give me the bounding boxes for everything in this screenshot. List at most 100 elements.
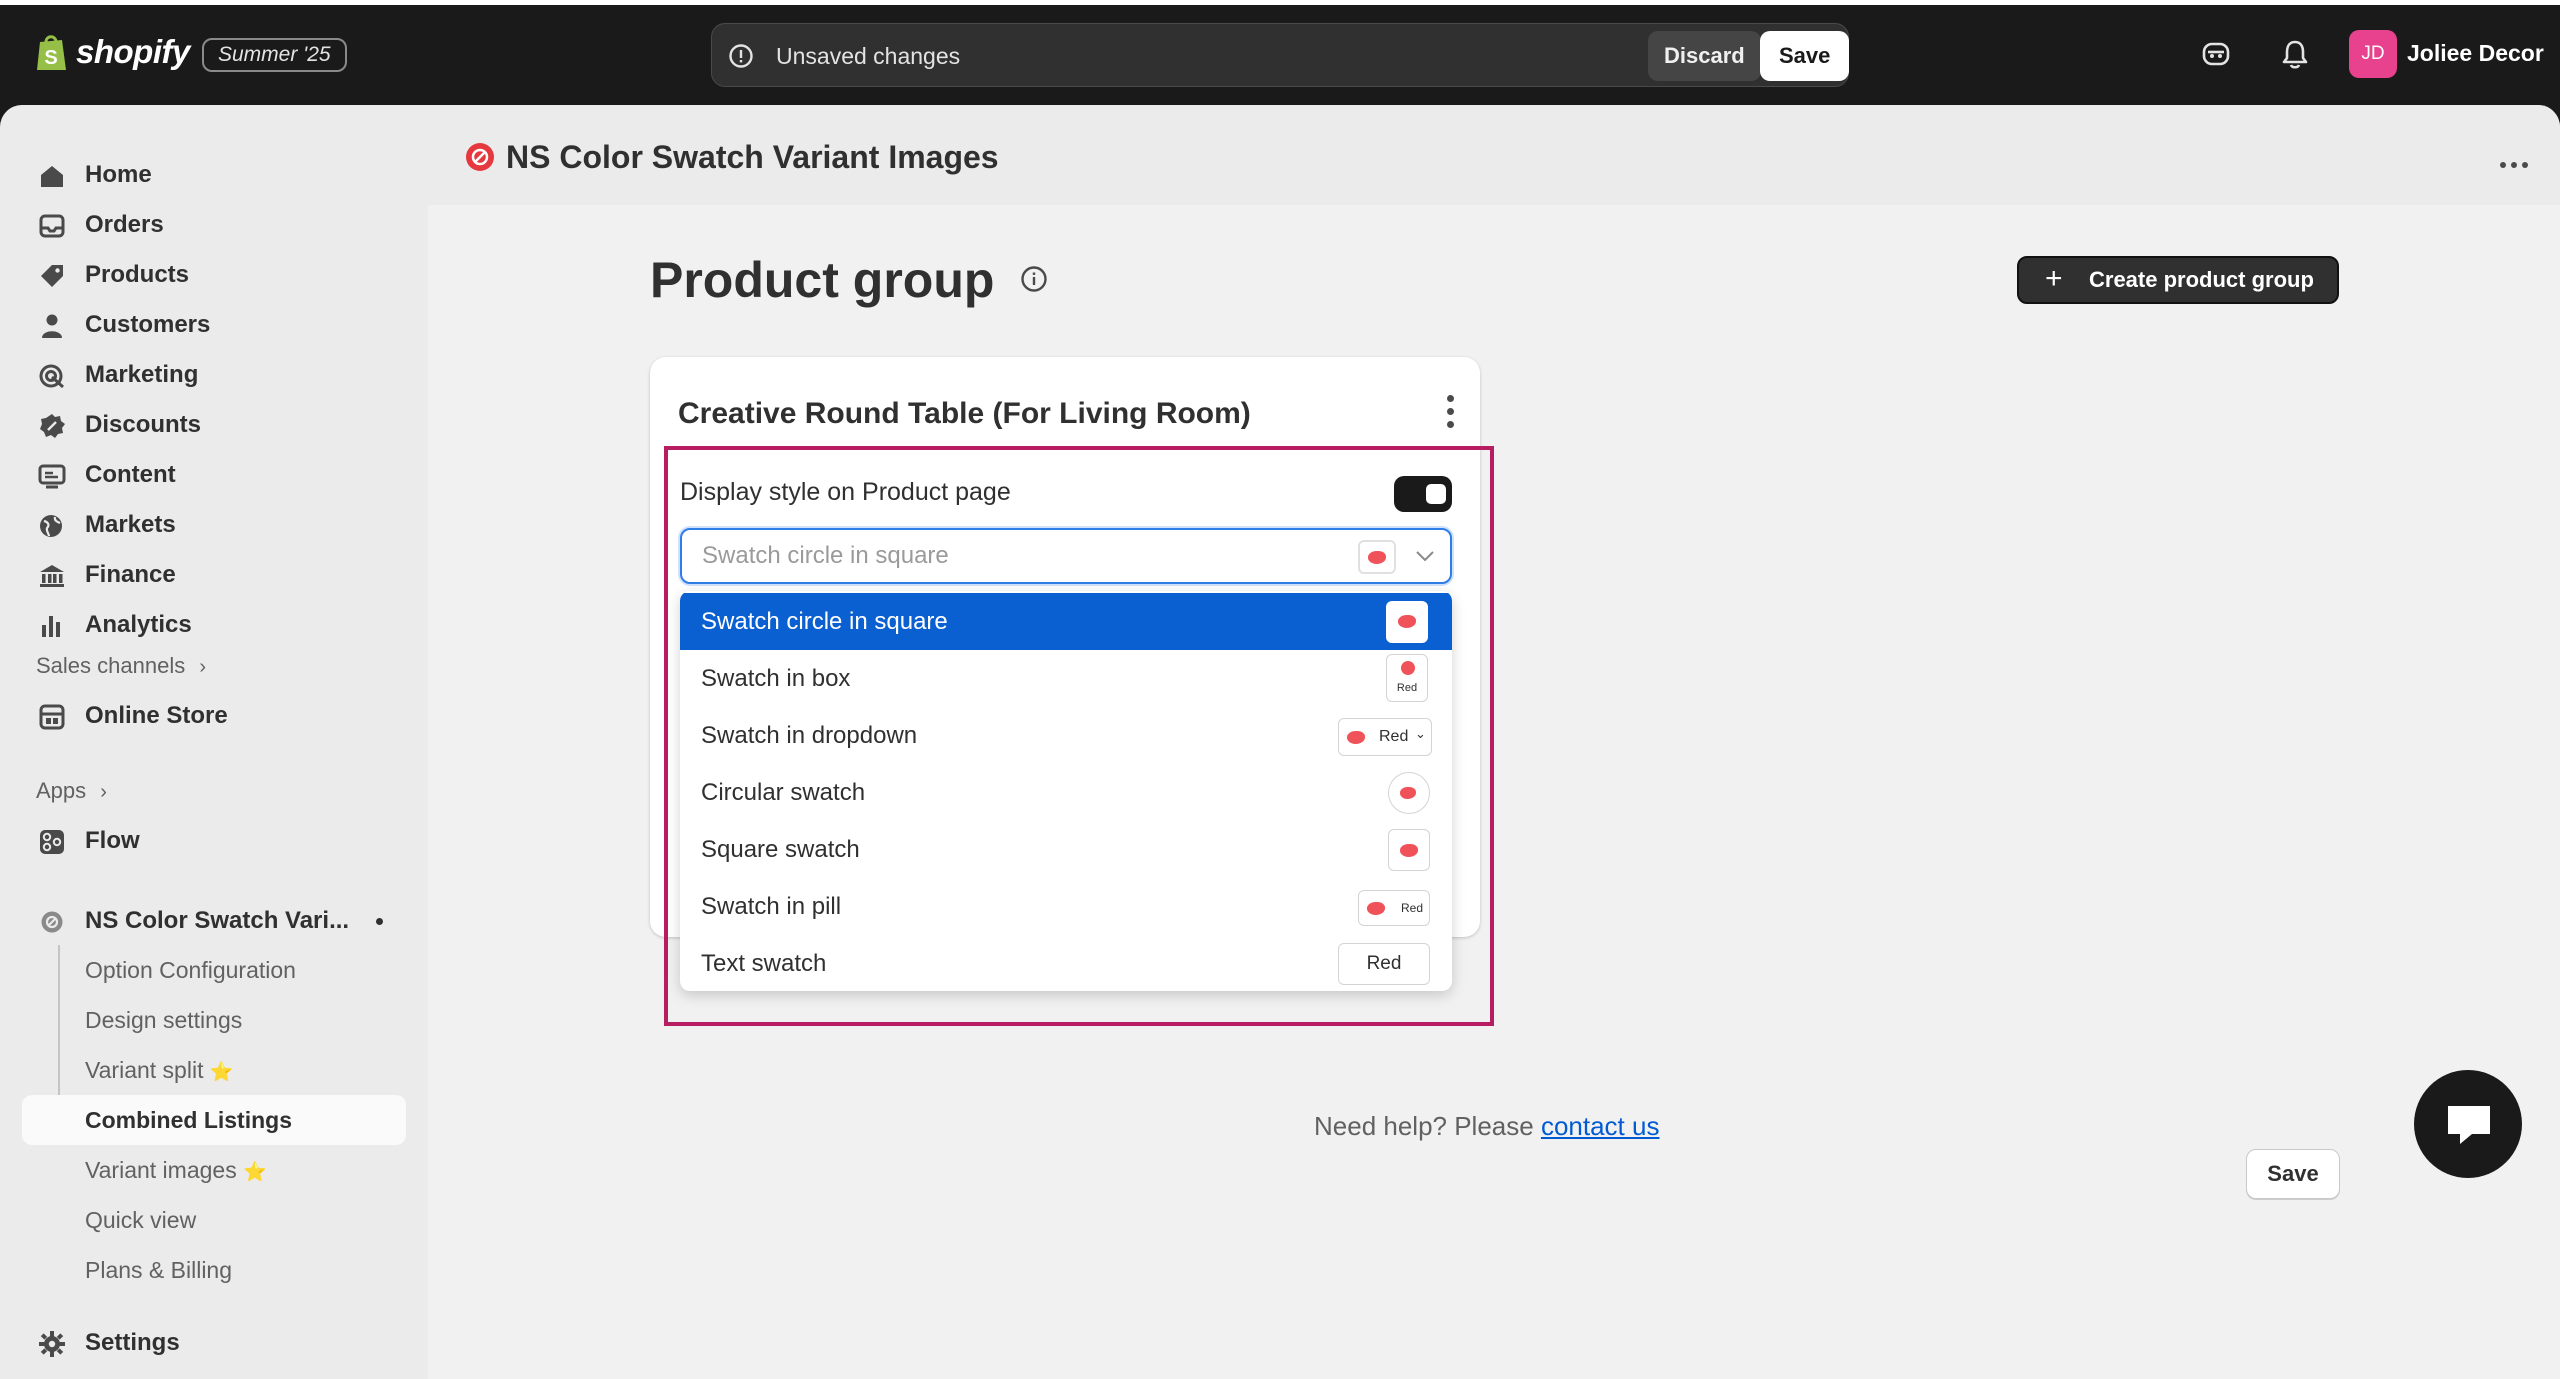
store-name[interactable]: Joliee Decor xyxy=(2407,40,2544,67)
shopify-logo[interactable]: S shopify xyxy=(34,32,190,72)
sidebar-item-flow[interactable]: Flow xyxy=(0,817,428,865)
gear-icon xyxy=(39,1331,65,1357)
sub-item-label: Plans & Billing xyxy=(85,1257,233,1283)
create-product-group-button[interactable]: + Create product group xyxy=(2017,256,2339,304)
sub-item-label: Variant split xyxy=(85,1057,204,1083)
app-icon xyxy=(41,911,63,933)
sidebar-sub-option-configuration[interactable]: Option Configuration xyxy=(85,957,296,984)
sidebar-item-products[interactable]: Products xyxy=(0,251,428,299)
star-icon: ⭐ xyxy=(243,1162,267,1183)
target-icon xyxy=(39,364,65,389)
sidebar-sub-design-settings[interactable]: Design settings xyxy=(85,1007,242,1034)
page-title-text: Product group xyxy=(650,252,995,308)
save-button[interactable]: Save xyxy=(1760,31,1850,81)
contact-us-link[interactable]: contact us xyxy=(1541,1111,1660,1141)
sidebar-item-marketing[interactable]: Marketing xyxy=(0,351,428,399)
save-button-bottom[interactable]: Save xyxy=(2246,1149,2340,1199)
chat-button[interactable] xyxy=(2414,1070,2522,1178)
bank-icon xyxy=(40,565,64,587)
sidebar-item-label: Products xyxy=(85,261,190,288)
unsaved-changes-text: Unsaved changes xyxy=(776,43,961,69)
app-logo-icon xyxy=(466,143,494,171)
highlight-box xyxy=(664,446,1494,1026)
chevron-right-icon: › xyxy=(100,781,107,803)
season-badge[interactable]: Summer '25 xyxy=(202,38,347,72)
sub-item-label: Combined Listings xyxy=(85,1107,292,1133)
apps-header[interactable]: Apps › xyxy=(36,778,107,804)
sidebar-item-home[interactable]: Home xyxy=(0,151,428,199)
discount-icon xyxy=(40,414,65,438)
sidebar-item-label: Flow xyxy=(85,827,140,854)
sidebar-item-label: Discounts xyxy=(85,411,202,438)
top-edge xyxy=(0,0,2560,5)
content-icon xyxy=(38,464,66,489)
sidebar-item-orders[interactable]: Orders xyxy=(0,201,428,249)
sidebar-item-analytics[interactable]: Analytics xyxy=(0,601,428,649)
sidebar-item-label: Content xyxy=(85,461,176,488)
sidebar-item-label: Online Store xyxy=(85,702,228,729)
sidebar-item-label: Finance xyxy=(85,561,176,588)
home-icon xyxy=(41,166,63,187)
sidebar-item-label: Orders xyxy=(85,211,164,238)
unread-dot-icon xyxy=(376,918,383,925)
alert-circle-icon xyxy=(729,44,753,68)
sidebar: Home Orders Products Customers Marketing… xyxy=(0,105,428,1379)
sidebar-item-label: Marketing xyxy=(85,361,199,388)
sidebar-item-finance[interactable]: Finance xyxy=(0,551,428,599)
avatar[interactable]: JD xyxy=(2349,30,2397,78)
sub-item-label: Option Configuration xyxy=(85,957,296,983)
star-icon: ⭐ xyxy=(209,1062,234,1083)
sidebar-sub-plans-billing[interactable]: Plans & Billing xyxy=(85,1257,232,1284)
svg-text:S: S xyxy=(44,47,57,69)
top-bar: S shopify Summer '25 Unsaved changes Dis… xyxy=(0,0,2560,105)
tag-icon xyxy=(41,265,63,287)
sidebar-sub-quick-view[interactable]: Quick view xyxy=(85,1207,196,1234)
sidebar-item-label: Analytics xyxy=(85,611,192,638)
bar-chart-icon xyxy=(42,616,60,637)
logo-wordmark: shopify xyxy=(76,33,190,70)
sidebar-item-markets[interactable]: Markets xyxy=(0,501,428,549)
person-icon xyxy=(42,314,62,338)
sales-channels-header[interactable]: Sales channels › xyxy=(36,653,206,679)
sidebar-item-label: Settings xyxy=(85,1329,180,1356)
app-title: NS Color Swatch Variant Images xyxy=(506,139,999,175)
sidebar-item-ns-color-swatch[interactable]: NS Color Swatch Vari... xyxy=(0,897,428,945)
sidebar-item-label: Markets xyxy=(85,511,176,538)
sidebar-item-discounts[interactable]: Discounts xyxy=(0,401,428,449)
chevron-right-icon: › xyxy=(199,656,207,678)
card-title: Creative Round Table (For Living Room) xyxy=(678,397,1251,430)
discard-button[interactable]: Discard xyxy=(1648,31,1761,81)
globe-icon xyxy=(40,515,62,537)
help-text: Need help? Please contact us xyxy=(1314,1111,1659,1142)
sidebar-sub-combined-listings[interactable]: Combined Listings xyxy=(85,1107,292,1134)
plus-icon: + xyxy=(2045,262,2063,295)
help-prefix: Need help? Please xyxy=(1314,1111,1541,1141)
sidebar-item-customers[interactable]: Customers xyxy=(0,301,428,349)
sidebar-item-label: Home xyxy=(85,161,152,188)
sub-item-label: Design settings xyxy=(85,1007,243,1033)
sales-channels-title: Sales channels xyxy=(36,653,186,678)
shopify-bag-icon: S xyxy=(37,35,66,70)
apps-title: Apps xyxy=(36,778,87,803)
sidebar-item-settings[interactable]: Settings xyxy=(0,1319,428,1367)
create-button-label: Create product group xyxy=(2089,267,2314,292)
sidebar-item-online-store[interactable]: Online Store xyxy=(0,692,428,740)
sidebar-item-content[interactable]: Content xyxy=(0,451,428,499)
sidebar-sub-variant-images[interactable]: Variant images ⭐ xyxy=(85,1157,267,1184)
store-icon xyxy=(39,704,65,730)
sidebar-item-label: NS Color Swatch Vari... xyxy=(85,907,350,934)
app-header: NS Color Swatch Variant Images xyxy=(428,105,2560,205)
kebab-menu-icon[interactable] xyxy=(1447,395,1455,434)
sub-item-label: Variant images xyxy=(85,1157,237,1183)
sidebar-sub-variant-split[interactable]: Variant split ⭐ xyxy=(85,1057,234,1084)
inbox-icon xyxy=(39,214,65,238)
unsaved-changes-bar: Unsaved changes Discard Save xyxy=(711,23,1850,87)
sidekick-icon[interactable] xyxy=(2200,38,2232,70)
bell-icon[interactable] xyxy=(2280,38,2310,70)
flow-icon xyxy=(40,830,64,854)
chat-icon xyxy=(2448,1106,2490,1144)
info-icon[interactable] xyxy=(1020,265,1048,293)
more-actions-icon[interactable] xyxy=(2500,155,2533,173)
sidebar-item-label: Customers xyxy=(85,311,211,338)
page-title: Product group xyxy=(650,251,1048,309)
